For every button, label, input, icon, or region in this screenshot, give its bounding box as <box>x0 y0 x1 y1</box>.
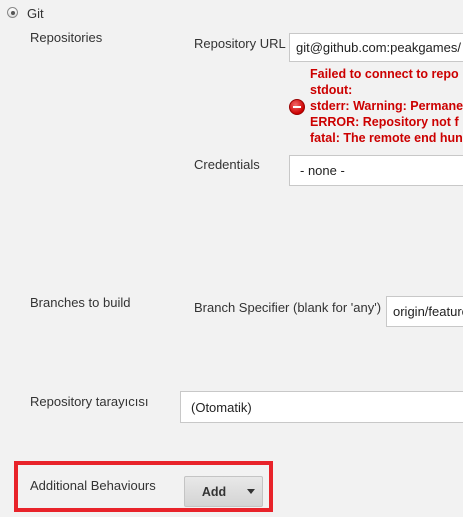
branch-specifier-input[interactable]: origin/feature <box>386 296 463 327</box>
repository-url-label: Repository URL <box>194 36 286 51</box>
additional-behaviours-label: Additional Behaviours <box>30 478 156 493</box>
credentials-selected-value: - none - <box>300 163 345 178</box>
add-behaviour-button[interactable]: Add <box>184 476 263 507</box>
repositories-section-label: Repositories <box>30 30 103 45</box>
repository-browser-select[interactable]: (Otomatik) <box>180 391 463 423</box>
git-option-label[interactable]: Git <box>27 6 44 21</box>
error-icon <box>289 99 305 115</box>
branch-specifier-label: Branch Specifier (blank for 'any') <box>194 300 382 315</box>
repository-url-value: git@github.com:peakgames/ <box>296 40 461 55</box>
error-line: stderr: Warning: Permane <box>310 99 463 113</box>
error-line: fatal: The remote end hun <box>310 131 463 145</box>
git-radio[interactable] <box>7 7 18 18</box>
connection-error-message: Failed to connect to repo stdout: stderr… <box>310 66 463 146</box>
add-button-label: Add <box>201 484 227 499</box>
error-line: Failed to connect to repo <box>310 67 459 81</box>
repository-url-input[interactable]: git@github.com:peakgames/ <box>289 33 463 62</box>
repository-browser-label: Repository tarayıcısı <box>30 394 149 409</box>
error-line: ERROR: Repository not f <box>310 115 459 129</box>
chevron-down-icon <box>247 489 255 494</box>
error-line: stdout: <box>310 83 353 97</box>
credentials-label: Credentials <box>194 157 260 172</box>
branch-specifier-value: origin/feature <box>393 304 463 319</box>
credentials-select[interactable]: - none - <box>289 155 463 186</box>
repository-browser-value: (Otomatik) <box>191 399 252 415</box>
branches-section-label: Branches to build <box>30 295 131 310</box>
